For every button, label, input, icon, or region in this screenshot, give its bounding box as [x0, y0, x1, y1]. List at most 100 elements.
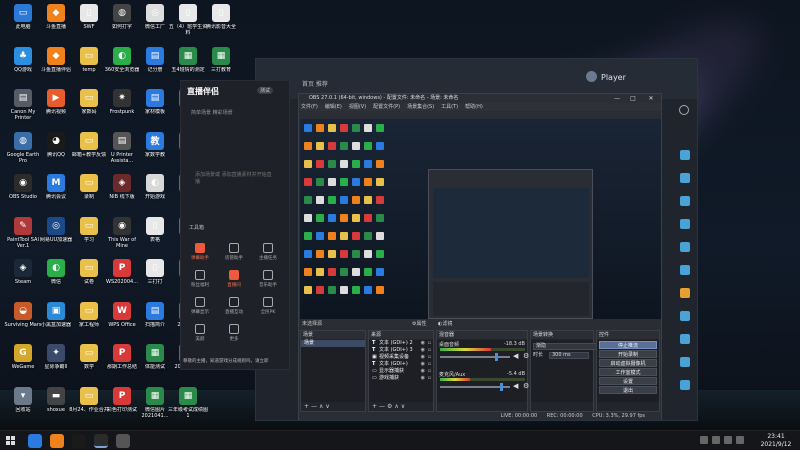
side-toolbar-icon[interactable] — [680, 242, 690, 252]
scenes-dock-toolbar[interactable]: +—∧∨ — [301, 402, 365, 411]
control-button[interactable]: 开始录制 — [599, 350, 657, 358]
network-icon[interactable] — [712, 436, 720, 444]
tool-button[interactable]: 音乐助手 — [253, 268, 283, 296]
side-toolbar-icon[interactable] — [680, 219, 690, 229]
menu-item[interactable]: 配置文件(P) — [373, 104, 400, 110]
minimize-button[interactable]: — — [611, 94, 623, 103]
nested-desktop-icon — [364, 160, 372, 168]
taskbar-app-icon[interactable] — [50, 434, 64, 448]
nested-desktop-icon — [316, 286, 324, 294]
tool-button[interactable]: 弹幕助手 — [185, 241, 215, 269]
side-toolbar-icon[interactable] — [680, 265, 690, 275]
taskbar-app-icon[interactable] — [116, 434, 130, 448]
side-toolbar-icon[interactable] — [680, 173, 690, 183]
volume-slider-handle[interactable] — [500, 383, 504, 391]
side-toolbar-icon[interactable] — [680, 380, 690, 390]
transition-select[interactable]: 渐隐 — [533, 343, 603, 350]
side-toolbar-icon[interactable] — [680, 150, 690, 160]
desktop-icon[interactable]: ▯ 腾讯影音大全 — [201, 2, 241, 46]
tool-button[interactable]: 美颜 — [185, 322, 215, 350]
source-item[interactable]: T 文本 (GDI+) 3 ◉ ▫ — [369, 347, 433, 354]
nested-desktop-icon — [328, 250, 336, 258]
windows-start-icon[interactable] — [6, 436, 15, 445]
scene-item[interactable]: 场景 — [301, 340, 365, 347]
tool-button[interactable]: 主播任务 — [253, 241, 283, 269]
tool-button[interactable]: 弹幕显示 — [185, 295, 215, 323]
desktop-icon[interactable]: ▦ 三年级考试成绩图1 — [168, 385, 208, 429]
source-item[interactable]: ▭ 游戏捕获 ◉ ▫ — [369, 375, 433, 382]
maximize-button[interactable]: □ — [627, 94, 639, 103]
tool-button[interactable]: 直播互动 — [219, 295, 249, 323]
input-method-icon[interactable] — [736, 436, 744, 444]
sources-dock-toolbar[interactable]: +—⚙∧∨ — [369, 402, 433, 411]
control-button[interactable]: 工作室模式 — [599, 368, 657, 376]
lock-icon[interactable]: ▫ — [428, 347, 431, 354]
tool-button[interactable]: 更多 — [219, 322, 249, 350]
zhibo-window[interactable]: 直播伴侣 测试 简单场景 精彩场景 添加场景或 添加直播素材并开始直播 工具箱 … — [180, 80, 290, 370]
menu-item[interactable]: 场景集合(S) — [407, 104, 434, 110]
nested-desktop-icon — [364, 232, 372, 240]
tool-label: 直播间 — [227, 283, 241, 288]
obs-window[interactable]: OBS 27.0.1 (64-bit, windows) - 配置文件: 未命名… — [298, 93, 662, 420]
properties-button[interactable]: ⚙属性 — [412, 320, 427, 328]
source-item[interactable]: T 文本 (GDI+) 2 ◉ ▫ — [369, 340, 433, 347]
control-button[interactable]: 退出 — [599, 386, 657, 394]
volume-slider-handle[interactable] — [494, 353, 498, 361]
speaker-icon[interactable]: ◀ — [513, 352, 518, 360]
side-toolbar-icon[interactable] — [680, 357, 690, 367]
nested-desktop-icon — [328, 178, 336, 186]
menu-item[interactable]: 编辑(E) — [325, 104, 342, 110]
search-icon[interactable] — [679, 105, 689, 115]
lock-icon[interactable]: ▫ — [428, 368, 431, 375]
taskbar-app-icon[interactable] — [72, 434, 86, 448]
eye-icon[interactable]: ◉ — [421, 354, 425, 361]
app-icon: ◐ — [146, 174, 164, 192]
volume-icon[interactable] — [724, 436, 732, 444]
speaker-icon[interactable]: ◀ — [513, 382, 518, 390]
eye-icon[interactable]: ◉ — [421, 375, 425, 382]
volume-slider[interactable] — [440, 356, 510, 358]
app-icon: ▬ — [47, 386, 65, 405]
gear-icon[interactable]: ⚙ — [523, 352, 529, 360]
tray-icon[interactable] — [700, 436, 708, 444]
menu-item[interactable]: 文件(F) — [301, 104, 318, 110]
side-toolbar-icon[interactable] — [680, 288, 690, 298]
source-item[interactable]: T 文本 (GDI+) ◉ ▫ — [369, 361, 433, 368]
eye-icon[interactable]: ◉ — [421, 347, 425, 354]
lock-icon[interactable]: ▫ — [428, 340, 431, 347]
lock-icon[interactable]: ▫ — [428, 361, 431, 368]
taskbar-app-icon[interactable] — [94, 434, 108, 448]
player-nav[interactable]: 首页 推荐 — [302, 79, 328, 88]
duration-input[interactable]: 300 ms — [549, 352, 589, 359]
source-item[interactable]: ▣ 视频采集设备 ◉ ▫ — [369, 354, 433, 361]
taskbar-clock[interactable]: 23:41 2021/9/12 — [757, 433, 795, 449]
eye-icon[interactable]: ◉ — [421, 340, 425, 347]
taskbar-app-icon[interactable] — [28, 434, 42, 448]
eye-icon[interactable]: ◉ — [421, 361, 425, 368]
tool-button[interactable]: 直播间 — [219, 268, 249, 296]
menu-item[interactable]: 帮助(H) — [465, 104, 483, 110]
zhibo-scene-tabs[interactable]: 简单场景 精彩场景 — [191, 109, 233, 116]
lock-icon[interactable]: ▫ — [428, 375, 431, 382]
side-toolbar-icon[interactable] — [680, 311, 690, 321]
control-button[interactable]: 停止推流 — [599, 341, 657, 349]
control-button[interactable]: 启动虚拟摄像机 — [599, 359, 657, 367]
close-button[interactable]: ✕ — [645, 94, 657, 103]
eye-icon[interactable]: ◉ — [421, 368, 425, 375]
side-toolbar-icon[interactable] — [680, 196, 690, 206]
menu-item[interactable]: 工具(T) — [441, 104, 458, 110]
source-label: 文本 (GDI+) 3 — [379, 347, 413, 353]
side-toolbar-icon[interactable] — [680, 334, 690, 344]
tool-button[interactable]: 粉丝福利 — [185, 268, 215, 296]
lock-icon[interactable]: ▫ — [428, 354, 431, 361]
control-button[interactable]: 设置 — [599, 377, 657, 385]
zhibo-tag[interactable]: 测试 — [257, 87, 274, 94]
tool-button[interactable]: 房管助手 — [219, 241, 249, 269]
tool-button[interactable]: 全民PK — [253, 295, 283, 323]
obs-preview[interactable] — [300, 119, 661, 319]
gear-icon[interactable]: ⚙ — [523, 382, 529, 390]
filters-button[interactable]: ◐滤镜 — [438, 320, 452, 328]
source-item[interactable]: ▭ 显示器捕获 ◉ ▫ — [369, 368, 433, 375]
avatar[interactable] — [586, 71, 597, 82]
menu-item[interactable]: 视图(V) — [349, 104, 366, 110]
